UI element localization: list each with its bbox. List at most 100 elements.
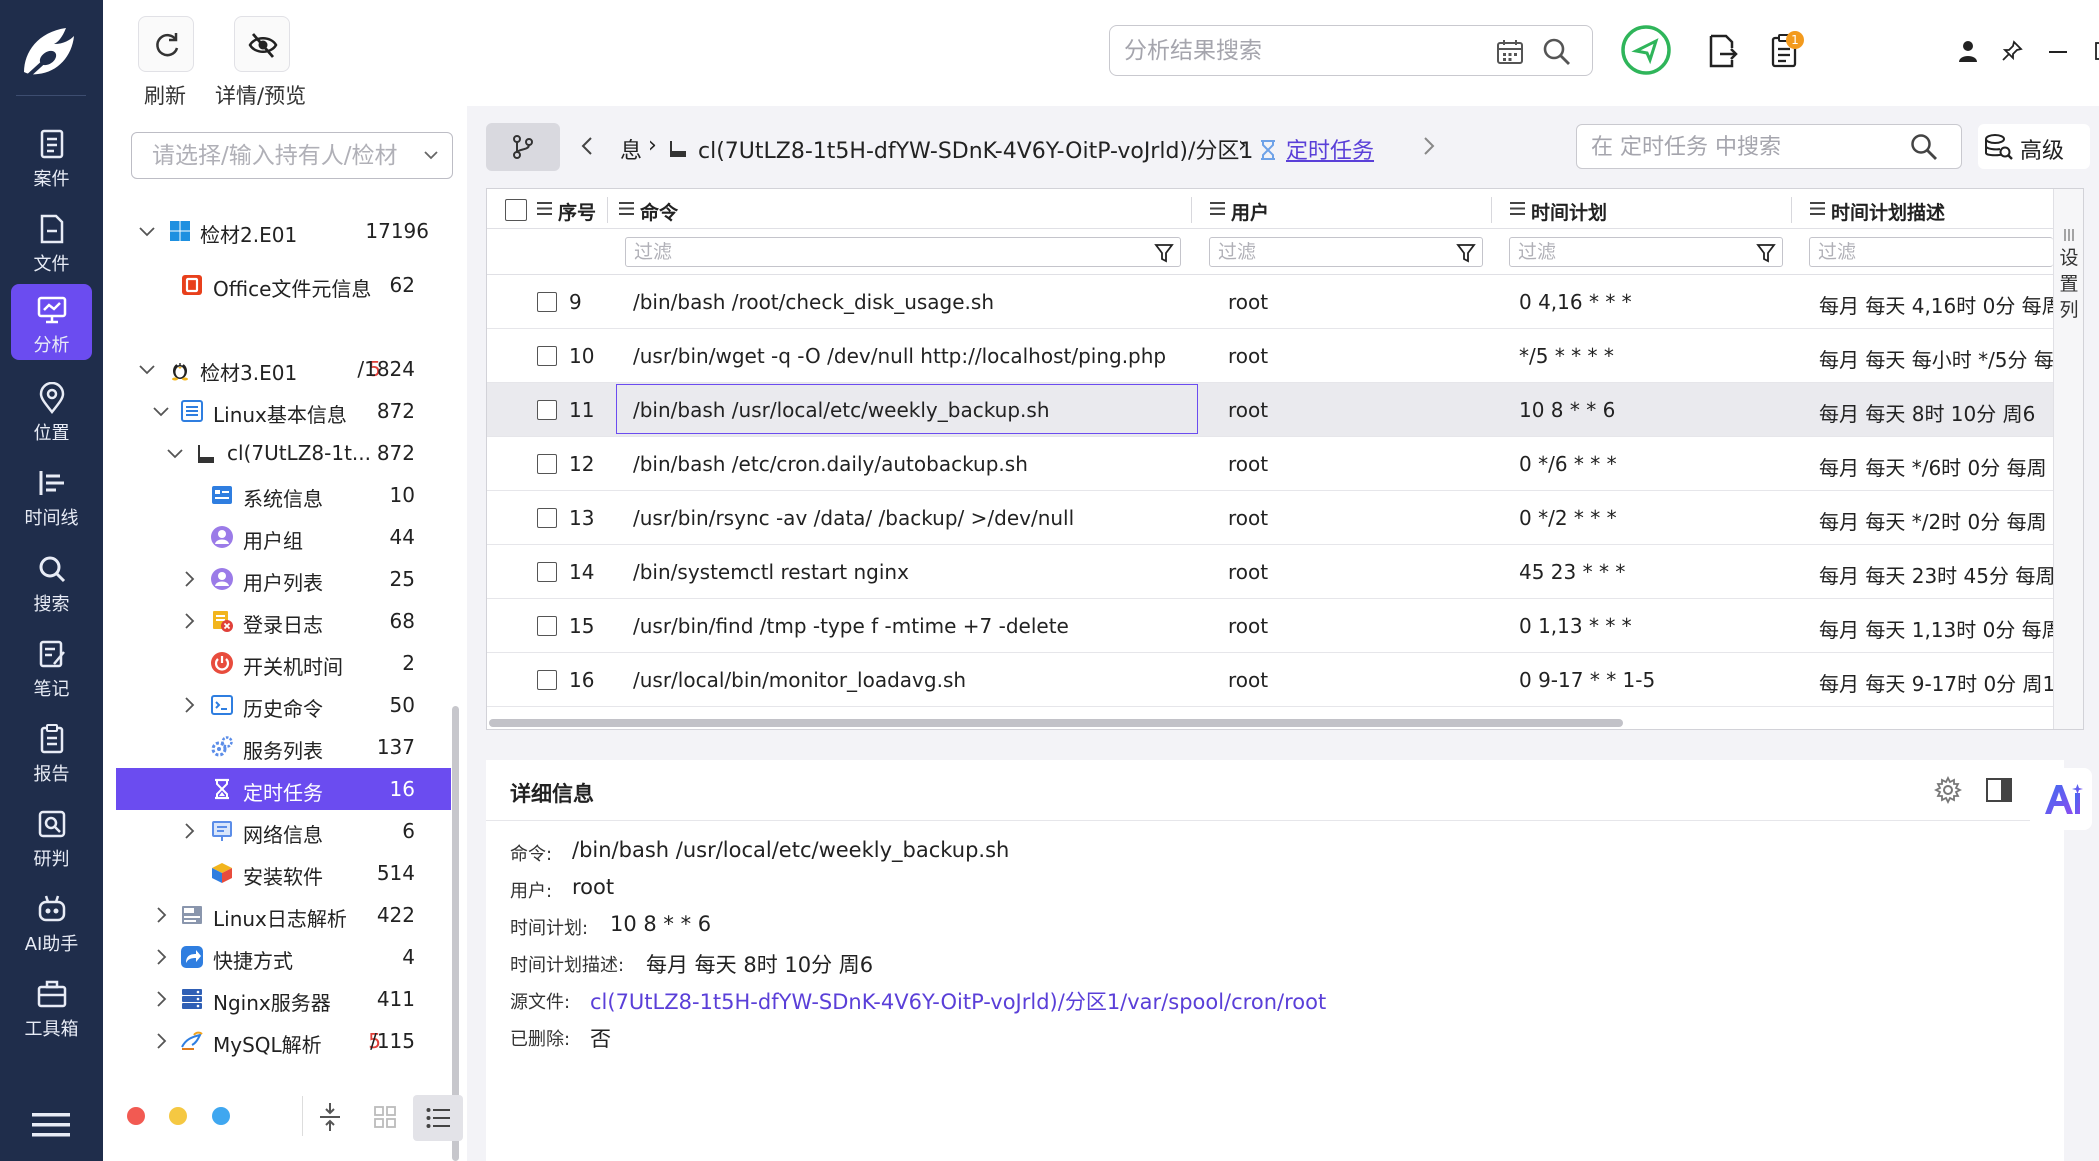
table-row[interactable]: 9/bin/bash /root/check_disk_usage.sh root… (487, 275, 2062, 329)
tree-item-service-list[interactable]: 服务列表 137 (116, 726, 451, 768)
tree-item-network-info[interactable]: 网络信息 6 (116, 810, 451, 852)
owner-select-input[interactable] (152, 141, 417, 171)
nav-item-timeline[interactable]: 时间线 (11, 457, 92, 533)
breadcrumb-current[interactable]: 定时任务 (1286, 133, 1374, 165)
blue-tag-filter[interactable] (212, 1107, 230, 1125)
status-check-icon[interactable] (1620, 24, 1672, 76)
chevron-down-icon[interactable] (166, 444, 184, 462)
global-search-input[interactable] (1124, 34, 1474, 68)
tree-item-shortcuts[interactable]: 快捷方式 4 (116, 936, 451, 978)
user-filter-input[interactable] (1218, 240, 1436, 264)
table-row[interactable]: 16/usr/local/bin/monitor_loadavg.sh root 0… (487, 653, 2055, 707)
row-checkbox[interactable] (537, 346, 557, 366)
command-filter[interactable] (625, 237, 1181, 267)
search-icon[interactable] (1542, 37, 1572, 67)
tree-item-system-info[interactable]: 系统信息 10 (116, 474, 451, 516)
schedule-filter-input[interactable] (1518, 240, 1736, 264)
command-filter-input[interactable] (634, 240, 1078, 264)
filter-icon[interactable] (1756, 243, 1776, 263)
advanced-search-button[interactable]: 高级 (1978, 124, 2090, 169)
chevron-right-icon[interactable] (180, 822, 198, 840)
search-icon[interactable] (1910, 133, 1938, 161)
maximize-icon[interactable] (2095, 42, 2099, 60)
horizontal-scrollbar[interactable] (489, 719, 1623, 727)
tree-item-power-on-off-time[interactable]: 开关机时间 2 (116, 642, 451, 684)
chevron-right-icon[interactable] (1422, 136, 1436, 156)
breadcrumb-item[interactable]: 息 (620, 133, 642, 165)
row-checkbox[interactable] (537, 292, 557, 312)
tree-item-user-groups[interactable]: 用户组 44 (116, 516, 451, 558)
chevron-right-icon[interactable] (180, 570, 198, 588)
nav-item-search[interactable]: 搜索 (11, 543, 92, 619)
table-row[interactable]: 13/usr/bin/rsync -av /data/ /backup/ >/d… (487, 491, 2053, 545)
panel-layout-icon[interactable] (1986, 778, 2012, 802)
nav-item-case[interactable]: 案件 (11, 118, 92, 194)
nav-item-analysis[interactable]: 分析 (11, 284, 92, 360)
table-row[interactable]: 11/bin/bash /usr/local/etc/weekly_backup… (487, 383, 2053, 437)
chevron-down-icon[interactable] (138, 222, 156, 240)
chevron-right-icon[interactable] (152, 990, 170, 1008)
nav-item-toolbox[interactable]: 工具箱 (11, 968, 92, 1044)
nav-item-judgement[interactable]: 研判 (11, 798, 92, 874)
minimize-icon[interactable] (2049, 51, 2067, 53)
nav-item-report[interactable]: 报告 (11, 713, 92, 789)
chevron-right-icon[interactable] (180, 696, 198, 714)
detail-source-link[interactable]: cl(7UtLZ8-1t5H-dfYW-SDnK-4V6Y-OitP-voJrl… (590, 986, 1326, 1016)
ai-floating-button[interactable] (2030, 768, 2092, 830)
user-filter[interactable] (1209, 237, 1483, 267)
select-all-checkbox[interactable] (505, 199, 527, 221)
breadcrumb-item[interactable]: cl(7UtLZ8-1t5H-dfYW-SDnK-4V6Y-OitP-voJrl… (698, 133, 1253, 165)
pin-icon[interactable] (2001, 40, 2023, 62)
tree-item-linux-basic-info[interactable]: Linux基本信息 872 (116, 390, 451, 432)
column-settings-tab[interactable]: 设置列 (2053, 189, 2083, 729)
row-checkbox[interactable] (537, 454, 557, 474)
schedule-desc-filter[interactable] (1809, 237, 2053, 267)
tree-item-scheduled-tasks[interactable]: 定时任务 16 (116, 768, 451, 810)
refresh-button[interactable] (138, 16, 194, 72)
nav-item-file[interactable]: 文件 (11, 203, 92, 279)
hamburger-menu-icon[interactable] (32, 1112, 70, 1138)
row-checkbox[interactable] (537, 616, 557, 636)
tree-item-user-list[interactable]: 用户列表 25 (116, 558, 451, 600)
tree-item-command-history[interactable]: 历史命令 50 (116, 684, 451, 726)
column-header-schedule[interactable]: 时间计划 (1531, 198, 1607, 225)
nav-item-notes[interactable]: 笔记 (11, 628, 92, 704)
tree-item-nginx-server[interactable]: Nginx服务器 411 (116, 978, 451, 1020)
tree-scrollbar[interactable] (452, 706, 459, 1161)
chevron-left-icon[interactable] (580, 136, 594, 156)
column-menu-icon[interactable] (537, 202, 552, 215)
filter-icon[interactable] (1154, 243, 1174, 263)
row-checkbox[interactable] (537, 508, 557, 528)
table-row[interactable]: 10/usr/bin/wget -q -O /dev/null http://l… (487, 329, 2054, 383)
user-icon[interactable] (1958, 40, 1978, 62)
column-header-user[interactable]: 用户 (1231, 198, 1269, 225)
filter-icon[interactable] (1456, 243, 1476, 263)
tree-item-evidence-3[interactable]: 检材3.E01 5 /1824 (116, 348, 451, 390)
tree-item-linux-log-parse[interactable]: Linux日志解析 422 (116, 894, 451, 936)
chevron-right-icon[interactable] (180, 612, 198, 630)
column-menu-icon[interactable] (619, 202, 634, 215)
table-search-input[interactable] (1591, 132, 1891, 162)
row-checkbox[interactable] (537, 562, 557, 582)
yellow-tag-filter[interactable] (169, 1107, 187, 1125)
schedule-filter[interactable] (1509, 237, 1783, 267)
branch-view-button[interactable] (486, 123, 560, 171)
list-view-button[interactable] (413, 1095, 463, 1141)
row-checkbox[interactable] (537, 400, 557, 420)
calendar-icon[interactable] (1496, 39, 1524, 65)
column-menu-icon[interactable] (1210, 202, 1225, 215)
column-menu-icon[interactable] (1810, 202, 1825, 215)
tree-item-office-metadata[interactable]: Office文件元信息 62 (116, 264, 451, 306)
table-row[interactable]: 14/bin/systemctl restart nginx root 45 23 … (487, 545, 2055, 599)
column-header-command[interactable]: 命令 (640, 198, 678, 225)
chevron-right-icon[interactable] (152, 1032, 170, 1050)
tree-item-mysql-parse[interactable]: MySQL解析 5 /115 (116, 1020, 451, 1062)
table-row[interactable]: 15/usr/bin/find /tmp -type f -mtime +7 -… (487, 599, 2062, 653)
row-checkbox[interactable] (537, 670, 557, 690)
owner-select[interactable] (131, 132, 453, 179)
tree-item-installed-software[interactable]: 安装软件 514 (116, 852, 451, 894)
schedule-desc-filter-input[interactable] (1818, 240, 2013, 264)
column-menu-icon[interactable] (1510, 202, 1525, 215)
gear-icon[interactable] (1934, 776, 1962, 804)
table-row[interactable]: 12/bin/bash /etc/cron.daily/autobackup.s… (487, 437, 2053, 491)
